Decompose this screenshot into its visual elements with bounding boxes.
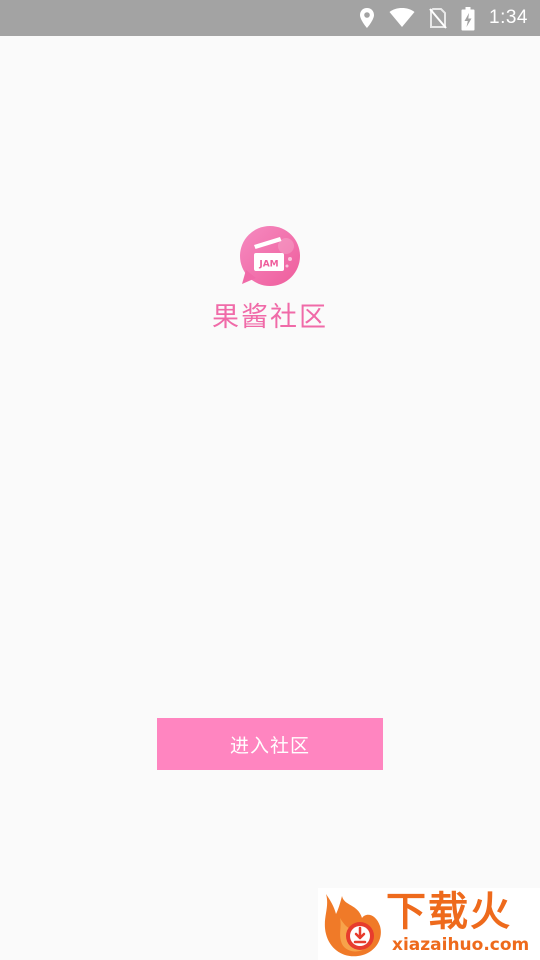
wifi-icon xyxy=(389,7,415,29)
watermark-brand: 下载火 xyxy=(386,889,512,935)
no-sim-icon xyxy=(429,7,447,29)
status-time: 1:34 xyxy=(489,7,528,28)
enter-community-button[interactable]: 进入社区 xyxy=(157,718,383,770)
status-bar: 1:34 xyxy=(0,0,540,36)
app-title: 果酱社区 xyxy=(212,302,328,333)
splash-screen: 1:34 JAM 果酱社区 进入社区 下载火 xiazaihuo.com xyxy=(0,0,540,960)
watermark-url: xiazaihuo.com xyxy=(392,935,530,955)
app-logo: JAM xyxy=(240,226,300,286)
battery-charging-icon xyxy=(461,7,475,31)
location-icon xyxy=(359,7,375,29)
watermark: 下载火 xiazaihuo.com xyxy=(318,888,540,960)
flame-logo-icon xyxy=(318,888,388,960)
logo-text: JAM xyxy=(258,260,278,270)
